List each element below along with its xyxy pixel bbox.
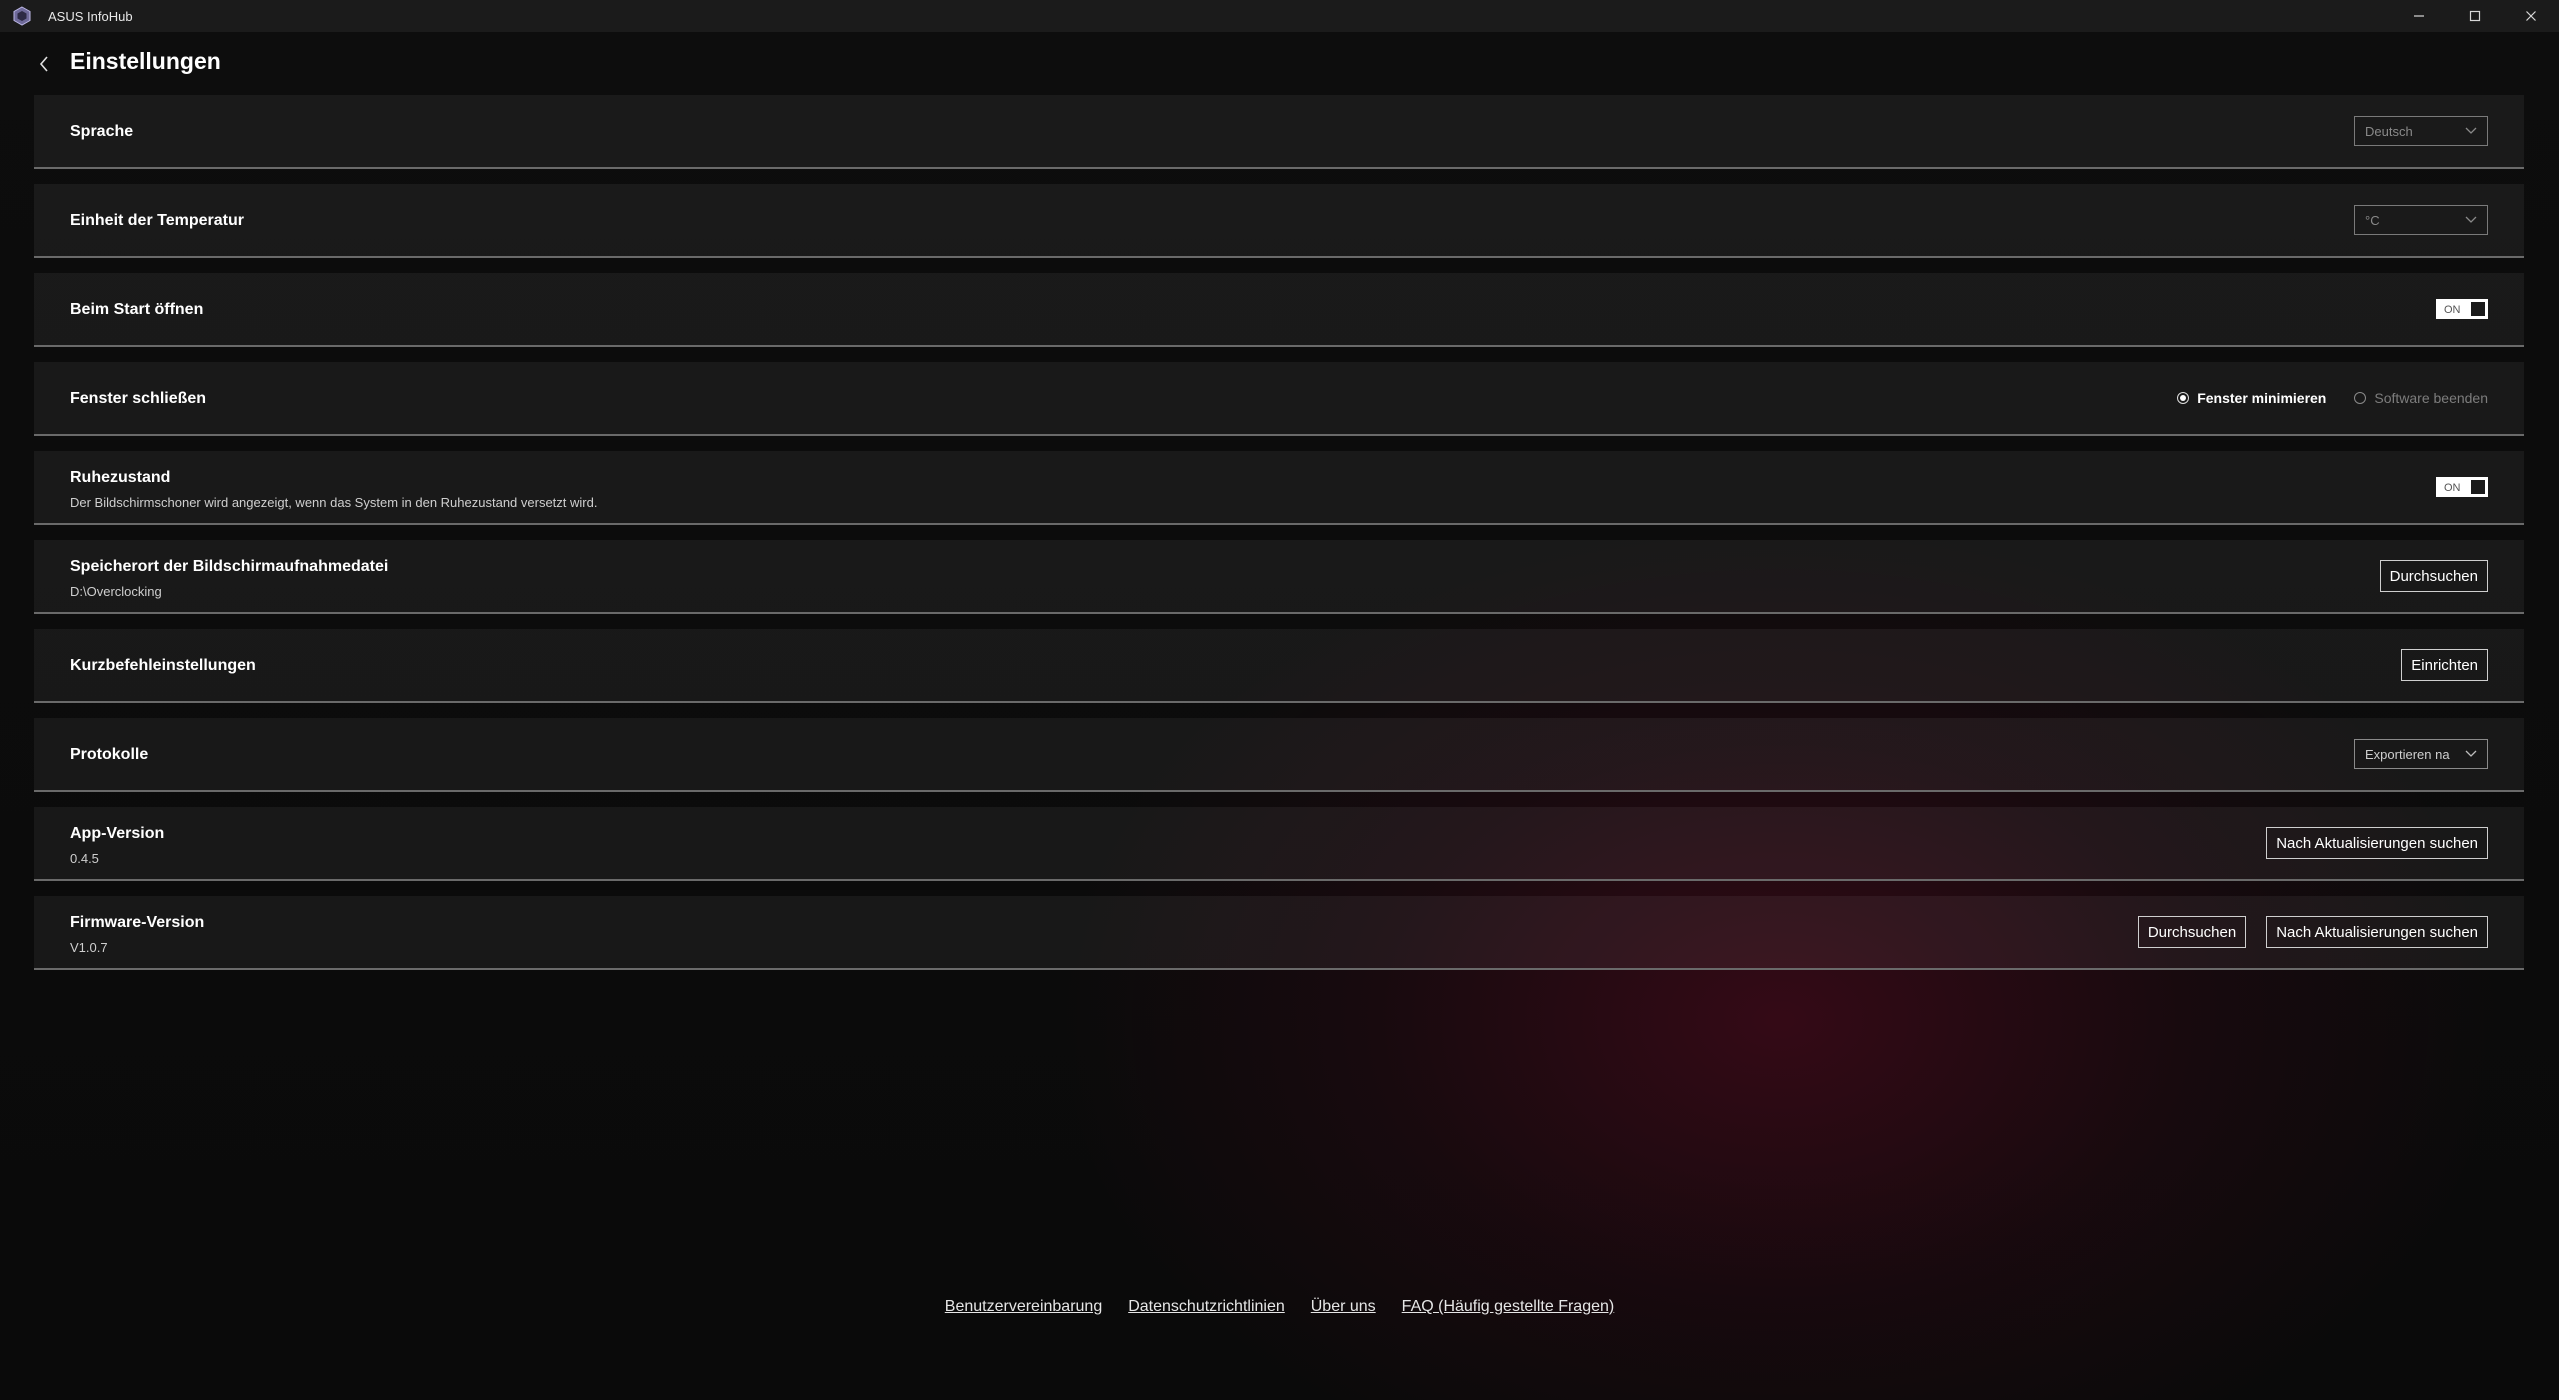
language-dropdown[interactable]: Deutsch xyxy=(2354,116,2488,146)
setting-sleep-mode: Ruhezustand Der Bildschirmschoner wird a… xyxy=(34,451,2524,525)
screenshot-browse-button[interactable]: Durchsuchen xyxy=(2379,560,2488,592)
sleep-mode-toggle[interactable]: ON xyxy=(2436,477,2488,497)
screenshot-location-path: D:\Overclocking xyxy=(70,584,162,599)
shortcuts-label: Kurzbefehleinstellungen xyxy=(70,657,256,674)
open-on-start-toggle[interactable]: ON xyxy=(2436,299,2488,319)
window-controls xyxy=(2391,0,2559,32)
maximize-icon[interactable] xyxy=(2447,0,2503,32)
minimize-icon[interactable] xyxy=(2391,0,2447,32)
page-title: Einstellungen xyxy=(70,48,221,74)
asus-infohub-logo-icon xyxy=(12,6,32,26)
radio-label: Software beenden xyxy=(2374,390,2488,406)
toggle-state-text: ON xyxy=(2444,482,2461,494)
setting-shortcuts: Kurzbefehleinstellungen Einrichten xyxy=(34,629,2524,703)
link-about-us[interactable]: Über uns xyxy=(1311,1298,1376,1316)
firmware-browse-button[interactable]: Durchsuchen xyxy=(2137,916,2247,948)
radio-checked-icon xyxy=(2177,392,2190,404)
logs-export-value: Exportieren na xyxy=(2365,746,2450,762)
temperature-unit-dropdown[interactable]: °C xyxy=(2354,205,2488,235)
setting-close-window: Fenster schließen Fenster minimieren Sof… xyxy=(34,362,2524,436)
logs-label: Protokolle xyxy=(70,746,149,763)
firmware-check-updates-button[interactable]: Nach Aktualisierungen suchen xyxy=(2266,916,2488,948)
firmware-version-value: V1.0.7 xyxy=(70,940,108,955)
sleep-mode-label: Ruhezustand xyxy=(70,469,171,486)
toggle-state-text: ON xyxy=(2444,304,2461,316)
footer-links: Benutzervereinbarung Datenschutzrichtlin… xyxy=(0,1298,2559,1316)
setting-language: Sprache Deutsch xyxy=(34,95,2524,169)
link-faq[interactable]: FAQ (Häufig gestellte Fragen) xyxy=(1402,1298,1615,1316)
setting-open-on-start: Beim Start öffnen ON xyxy=(34,273,2524,347)
firmware-version-label: Firmware-Version xyxy=(70,914,205,931)
app-version-label: App-Version xyxy=(70,825,165,842)
link-user-agreement[interactable]: Benutzervereinbarung xyxy=(945,1298,1102,1316)
app-version-value: 0.4.5 xyxy=(70,851,99,866)
app-title: ASUS InfoHub xyxy=(48,8,133,24)
screenshot-location-label: Speicherort der Bildschirmaufnahmedatei xyxy=(70,558,389,575)
setting-firmware-version: Firmware-Version V1.0.7 Durchsuchen Nach… xyxy=(34,896,2524,970)
toggle-knob xyxy=(2471,480,2485,494)
back-button[interactable] xyxy=(32,50,56,78)
setting-temperature-unit: Einheit der Temperatur °C xyxy=(34,184,2524,258)
logs-export-dropdown[interactable]: Exportieren na xyxy=(2354,739,2488,769)
chevron-down-icon xyxy=(2465,750,2477,757)
setting-app-version: App-Version 0.4.5 Nach Aktualisierungen … xyxy=(34,807,2524,881)
settings-list: Sprache Deutsch Einheit der Temperatur °… xyxy=(34,95,2524,985)
shortcuts-setup-button[interactable]: Einrichten xyxy=(2401,649,2488,681)
language-label: Sprache xyxy=(70,123,134,140)
setting-screenshot-location: Speicherort der Bildschirmaufnahmedatei … xyxy=(34,540,2524,614)
setting-logs: Protokolle Exportieren na xyxy=(34,718,2524,792)
toggle-knob xyxy=(2471,302,2485,316)
language-value: Deutsch xyxy=(2365,123,2413,139)
temperature-unit-label: Einheit der Temperatur xyxy=(70,212,244,229)
chevron-left-icon xyxy=(39,56,48,72)
temperature-unit-value: °C xyxy=(2365,212,2380,228)
radio-label: Fenster minimieren xyxy=(2197,390,2327,406)
close-window-radio-group: Fenster minimieren Software beenden xyxy=(2177,390,2488,406)
page-header: Einstellungen xyxy=(0,32,2559,94)
chevron-down-icon xyxy=(2465,216,2477,223)
radio-exit-software[interactable]: Software beenden xyxy=(2354,390,2488,406)
sleep-mode-description: Der Bildschirmschoner wird angezeigt, we… xyxy=(70,495,598,510)
radio-minimize-window[interactable]: Fenster minimieren xyxy=(2177,390,2326,406)
open-on-start-label: Beim Start öffnen xyxy=(70,301,204,318)
title-bar: ASUS InfoHub xyxy=(0,0,2559,32)
close-icon[interactable] xyxy=(2503,0,2559,32)
app-check-updates-button[interactable]: Nach Aktualisierungen suchen xyxy=(2266,827,2488,859)
link-privacy-policy[interactable]: Datenschutzrichtlinien xyxy=(1128,1298,1285,1316)
chevron-down-icon xyxy=(2465,127,2477,134)
radio-unchecked-icon xyxy=(2354,392,2367,404)
close-window-label: Fenster schließen xyxy=(70,390,207,407)
